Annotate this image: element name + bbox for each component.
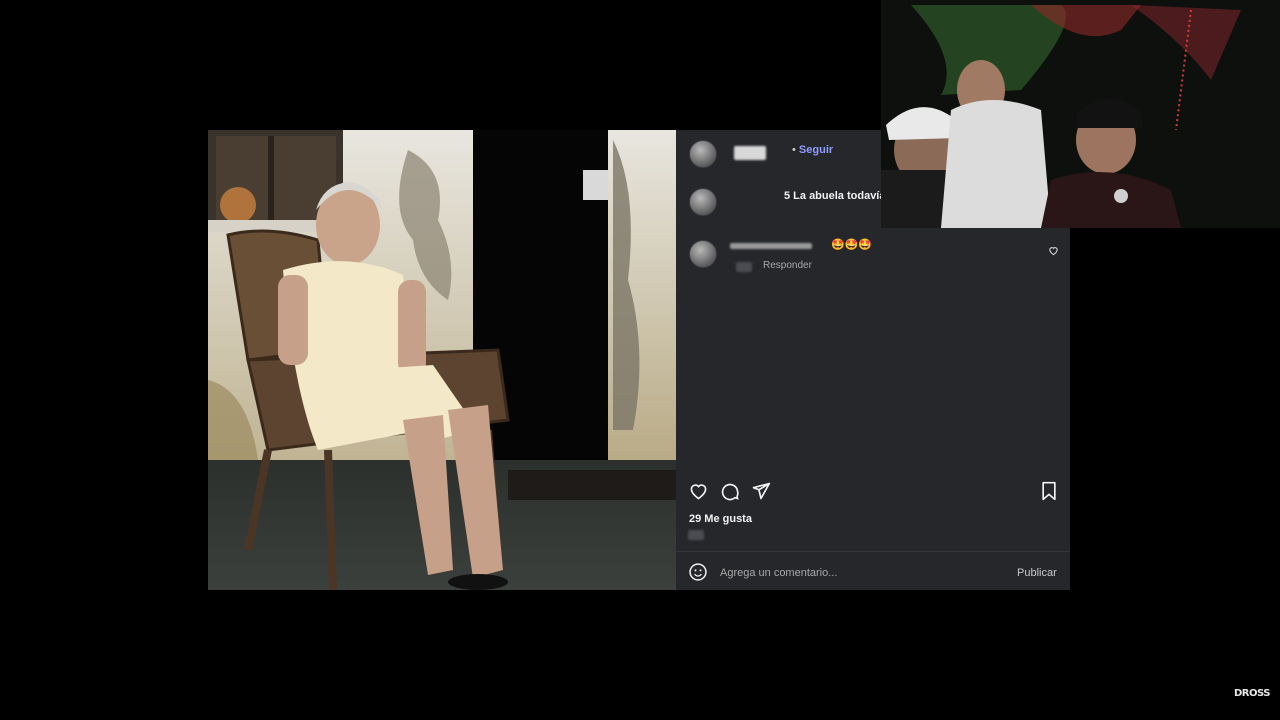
channel-watermark-logo: DROSS [1234,688,1270,699]
publish-button[interactable]: Publicar [1017,567,1057,579]
bookmark-icon[interactable] [1040,481,1058,501]
reply-link[interactable]: Responder [763,260,812,271]
photo-elderly-woman [208,130,676,590]
heart-icon[interactable] [688,481,709,501]
comment-emojis: 🤩🤩🤩 [831,239,873,251]
comment-input[interactable]: Agrega un comentario... [720,567,837,579]
commenter-username-blurred[interactable] [730,243,812,249]
divider [676,551,1070,552]
caption-avatar[interactable] [689,188,717,216]
likes-count[interactable]: 29 Me gusta [689,513,752,525]
post-photo [208,130,676,590]
author-avatar[interactable] [689,140,717,168]
post-date-blurred [688,530,704,540]
author-username-blurred[interactable] [734,146,766,160]
caption-text: 5 La abuela todavía [784,190,886,202]
emoji-icon[interactable] [688,562,708,582]
webcam-people-image [881,0,1280,228]
follow-button[interactable]: • Seguir [792,144,833,156]
send-icon[interactable] [751,481,771,501]
commenter-avatar[interactable] [689,240,717,268]
small-heart-icon[interactable] [1048,245,1059,256]
comment-time-blurred [736,262,752,272]
webcam-overlay [881,0,1280,228]
comment-icon[interactable] [720,481,740,501]
